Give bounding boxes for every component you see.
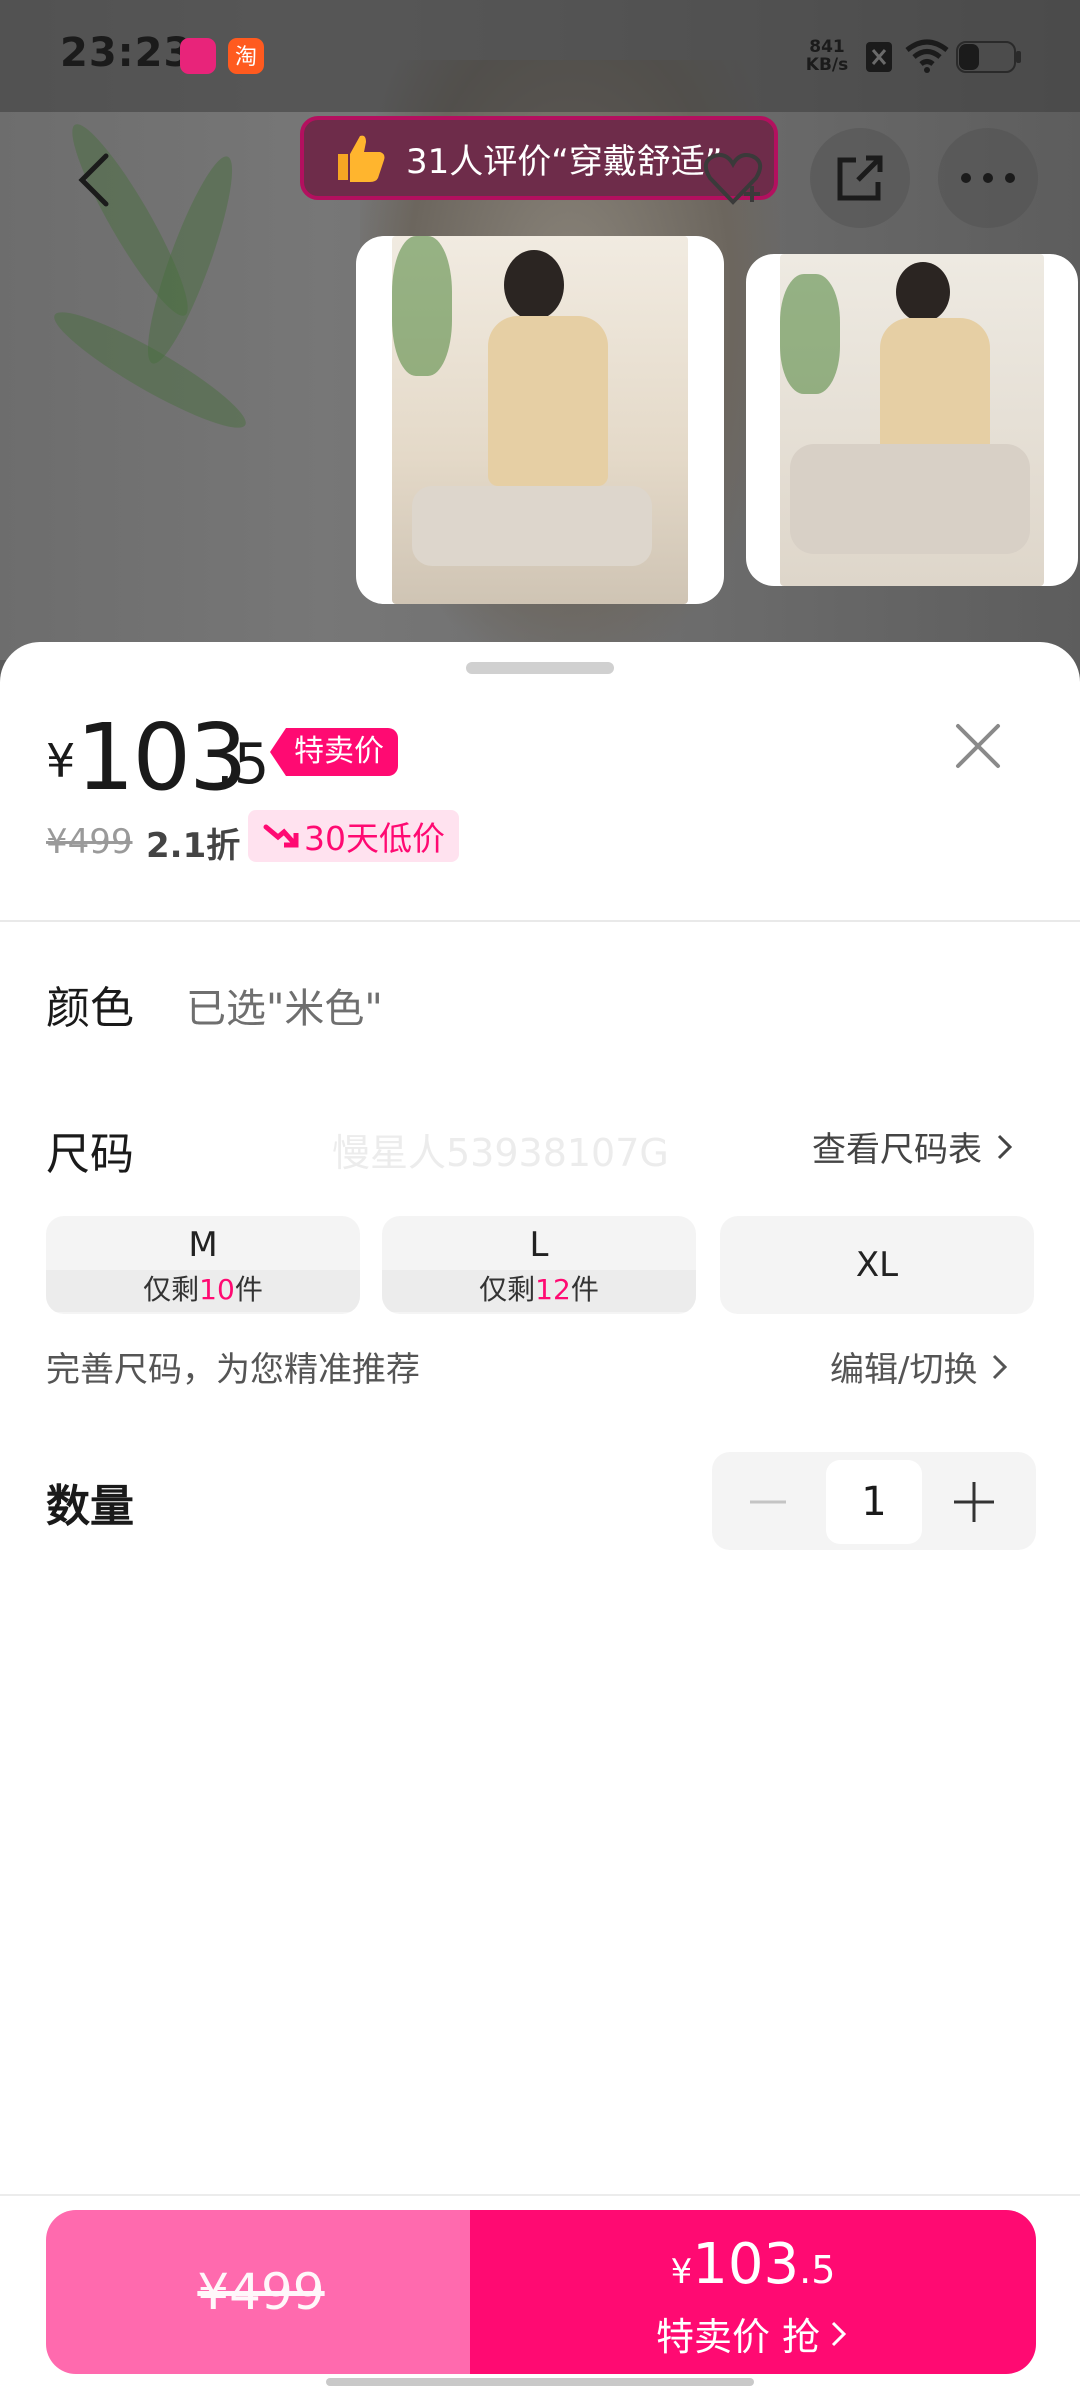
sheet-drag-handle[interactable]	[466, 662, 614, 674]
svg-text:淘: 淘	[235, 45, 257, 70]
special-price-tag: 特卖价	[270, 728, 398, 776]
buy-now-button[interactable]: ¥103.5 特卖价 抢	[470, 2210, 1036, 2374]
edit-switch-link[interactable]: 编辑/切换	[830, 1342, 1011, 1391]
size-chart-label: 查看尺码表	[812, 1130, 982, 1170]
size-recommend-hint: 完善尺码，为您精准推荐	[46, 1350, 420, 1390]
wifi-icon	[905, 39, 949, 73]
size-option-name: L	[529, 1225, 549, 1265]
minus-icon[interactable]	[748, 1482, 788, 1522]
divider	[0, 2194, 1080, 2196]
quantity-section-title: 数量	[46, 1481, 134, 1532]
discount-rate: 2.1折	[146, 826, 241, 866]
size-option-l[interactable]: L 仅剩12件	[382, 1216, 696, 1314]
network-speed: 841 KB/s	[804, 38, 850, 74]
original-price-button-label: ¥499	[197, 2263, 325, 2321]
product-thumbnail-2[interactable]	[746, 254, 1078, 586]
quantity-value[interactable]: 1	[826, 1460, 922, 1544]
favorite-add-icon[interactable]	[688, 140, 778, 220]
back-icon	[78, 153, 109, 207]
buy-now-label: 特卖价 抢	[470, 2306, 1036, 2361]
size-option-stock: 仅剩12件	[382, 1270, 696, 1312]
size-option-name: M	[188, 1225, 218, 1265]
app-icon-vip	[180, 38, 216, 74]
share-button[interactable]	[810, 128, 910, 228]
quantity-stepper: 1	[712, 1452, 1036, 1550]
trend-down-icon	[263, 824, 299, 848]
price-currency: ¥	[46, 734, 76, 788]
size-section-title: 尺码	[46, 1129, 134, 1180]
product-photo-2	[780, 254, 1044, 586]
sku-bottom-sheet: ¥ 103 .5 特卖价 ¥499 2.1折 30天低价 颜色 已选"米色" 尺…	[0, 642, 1080, 2388]
chevron-right-icon	[997, 1134, 1013, 1159]
network-speed-unit: KB/s	[805, 55, 849, 75]
share-icon	[837, 155, 883, 201]
close-icon[interactable]	[950, 718, 1006, 774]
color-section-title: 颜色	[46, 983, 134, 1034]
more-icon	[961, 173, 1015, 183]
watermark-text: 慢星人53938107G	[332, 1131, 669, 1175]
network-speed-value: 841	[809, 37, 845, 57]
color-selected-value[interactable]: 已选"米色"	[186, 976, 383, 1034]
size-option-stock: 仅剩10件	[46, 1270, 360, 1312]
edit-switch-label: 编辑/切换	[830, 1350, 978, 1390]
back-button[interactable]	[44, 130, 144, 230]
low-price-badge-text: 30天低价	[304, 819, 445, 858]
thumbs-up-icon	[338, 135, 385, 182]
divider	[0, 920, 1080, 922]
buy-now-price: ¥103.5	[670, 2232, 836, 2297]
product-photo-1	[392, 236, 688, 604]
plus-icon[interactable]	[952, 1480, 996, 1524]
original-price-button[interactable]: ¥499	[46, 2210, 476, 2374]
low-price-badge: 30天低价	[248, 810, 459, 862]
size-option-m[interactable]: M 仅剩10件	[46, 1216, 360, 1314]
product-thumbnail-1[interactable]	[356, 236, 724, 604]
size-chart-link[interactable]: 查看尺码表	[812, 1122, 1016, 1171]
size-option-xl[interactable]: XL	[720, 1216, 1034, 1314]
size-option-name: XL	[855, 1245, 899, 1285]
status-time: 23:23	[60, 30, 193, 76]
price-decimal: .5	[216, 732, 270, 797]
chevron-right-icon	[993, 1354, 1008, 1379]
app-icon-taobao: 淘	[228, 38, 264, 74]
original-price: ¥499	[46, 822, 133, 862]
more-button[interactable]	[938, 128, 1038, 228]
no-sim-icon	[866, 42, 892, 72]
chevron-right-icon	[831, 2321, 847, 2346]
battery-icon	[956, 41, 1021, 73]
home-indicator[interactable]	[326, 2378, 754, 2386]
review-banner-text: 31人评价“穿戴舒适”	[406, 141, 723, 182]
